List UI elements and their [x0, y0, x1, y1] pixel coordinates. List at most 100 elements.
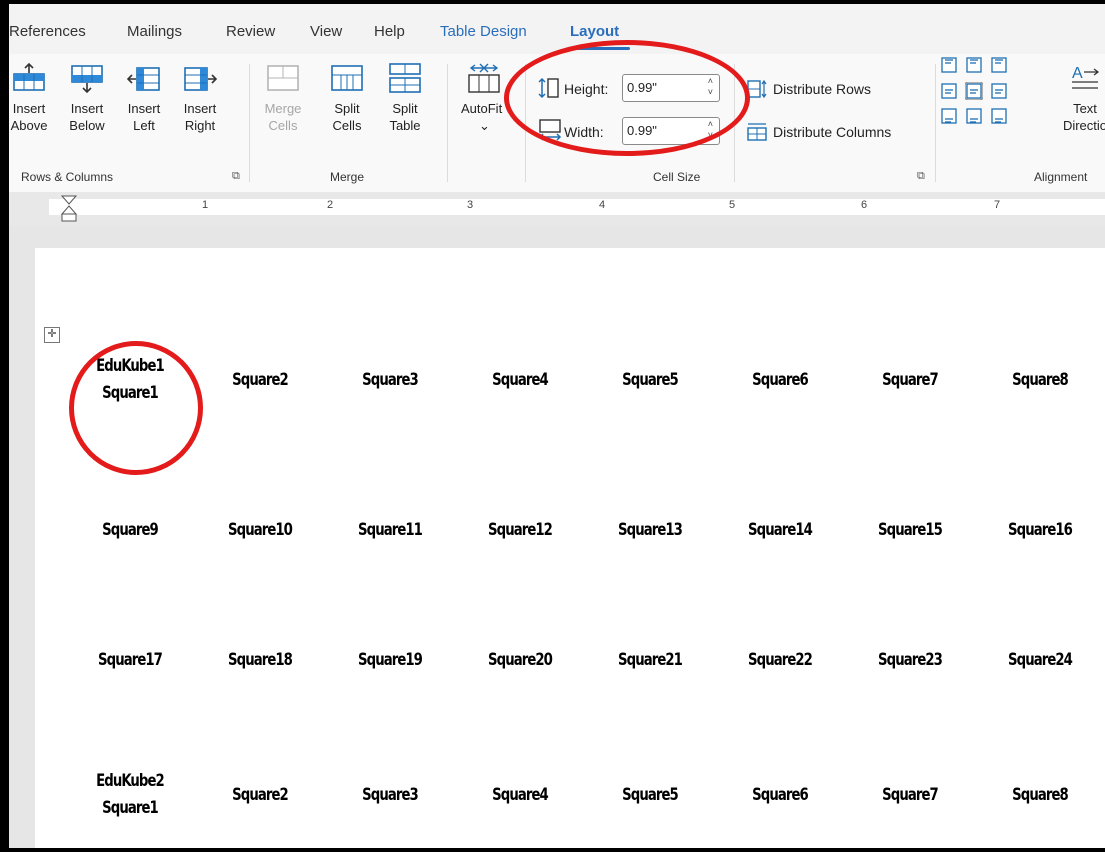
cell-text: Square14	[748, 520, 813, 540]
cell-text: Square11	[358, 520, 423, 540]
distribute-rows-label: Distribute Rows	[773, 81, 872, 97]
table-cell[interactable]: Square9	[83, 517, 177, 544]
table-cell[interactable]: EduKube2 Square1	[83, 768, 177, 822]
cell-text: Square17	[98, 650, 163, 670]
cell-text: Square19	[358, 650, 423, 670]
table-cell[interactable]: Square11	[343, 517, 437, 544]
table-cell[interactable]: Square2	[213, 782, 307, 809]
word-window: References Mailings Review View Help Tab…	[9, 4, 1105, 848]
tab-layout[interactable]: Layout	[570, 23, 619, 40]
split-table-label-1: Split	[392, 101, 418, 116]
cell-text: Square22	[748, 650, 813, 670]
tab-table-design[interactable]: Table Design	[440, 23, 527, 40]
cell-text: Square8	[1012, 370, 1069, 390]
rows-columns-launcher-icon[interactable]: ⧉	[232, 170, 240, 183]
insert-right-label-1: Insert	[183, 101, 217, 116]
horizontal-ruler[interactable]: 1 2 3 4 5 6 7	[9, 192, 1105, 226]
table-cell[interactable]: Square4	[473, 782, 567, 809]
table-cell[interactable]: Square5	[603, 367, 697, 394]
ruler-number: 5	[729, 199, 736, 211]
align-bottom-center-icon[interactable]	[965, 107, 983, 125]
split-table-icon	[389, 63, 421, 93]
svg-text:A: A	[1072, 65, 1083, 82]
align-bottom-right-icon[interactable]	[990, 107, 1008, 125]
insert-left-button[interactable]: Insert Left	[121, 62, 167, 134]
ribbon-separator	[249, 64, 250, 182]
align-middle-left-icon[interactable]	[940, 82, 958, 100]
tab-help[interactable]: Help	[374, 23, 405, 40]
align-top-left-icon[interactable]	[940, 56, 958, 74]
cell-text: Square7	[882, 785, 939, 805]
merge-cells-button[interactable]: Merge Cells	[259, 62, 307, 134]
document-area: ✛ EduKube1 Square1 Square2 Square3 Square4 Sq…	[9, 226, 1105, 848]
insert-below-button[interactable]: Insert Below	[61, 62, 113, 134]
insert-below-icon	[71, 65, 103, 94]
text-direction-button[interactable]: A Text Directio	[1055, 62, 1105, 134]
insert-right-button[interactable]: Insert Right	[175, 62, 225, 134]
ribbon-tabs: References Mailings Review View Help Tab…	[9, 4, 1105, 54]
cell-text: Square3	[362, 370, 419, 390]
table-cell[interactable]: Square2	[213, 367, 307, 394]
table-cell[interactable]: Square8	[993, 782, 1087, 809]
tab-view[interactable]: View	[310, 23, 342, 40]
table-cell[interactable]: Square3	[343, 782, 437, 809]
table-cell[interactable]: Square10	[213, 517, 307, 544]
cell-text: Square6	[752, 370, 809, 390]
group-label-cell-size: Cell Size	[653, 170, 701, 184]
indent-marker-icon[interactable]	[61, 194, 77, 224]
cell-size-launcher-icon[interactable]: ⧉	[917, 170, 925, 183]
split-cells-label-1: Split	[334, 101, 360, 116]
document-page[interactable]: ✛ EduKube1 Square1 Square2 Square3 Square4 Sq…	[35, 248, 1105, 848]
table-cell[interactable]: Square19	[343, 647, 437, 674]
table-cell[interactable]: Square8	[993, 367, 1087, 394]
table-move-handle-icon[interactable]: ✛	[44, 327, 60, 343]
table-cell[interactable]: Square20	[473, 647, 567, 674]
cell-text: Square2	[232, 785, 289, 805]
table-cell[interactable]: Square7	[863, 367, 957, 394]
table-cell[interactable]: Square18	[213, 647, 307, 674]
tab-review[interactable]: Review	[226, 23, 275, 40]
insert-above-button[interactable]: Insert Above	[9, 62, 55, 134]
align-middle-right-icon[interactable]	[990, 82, 1008, 100]
insert-below-label-2: Below	[69, 118, 105, 133]
split-table-label-2: Table	[389, 118, 421, 133]
table-cell[interactable]: Square12	[473, 517, 567, 544]
table-cell[interactable]: Square7	[863, 782, 957, 809]
distribute-columns-icon	[747, 123, 767, 141]
table-cell[interactable]: Square5	[603, 782, 697, 809]
split-cells-label-2: Cells	[332, 118, 362, 133]
align-middle-center-icon[interactable]	[964, 81, 984, 101]
table-cell[interactable]: Square24	[993, 647, 1087, 674]
table-cell[interactable]: Square16	[993, 517, 1087, 544]
table-cell[interactable]: Square21	[603, 647, 697, 674]
table-cell[interactable]: Square23	[863, 647, 957, 674]
merge-cells-label-1: Merge	[264, 101, 302, 116]
table-cell[interactable]: Square22	[733, 647, 827, 674]
table-cell[interactable]: Square15	[863, 517, 957, 544]
table-cell[interactable]: Square14	[733, 517, 827, 544]
insert-right-icon	[184, 67, 217, 91]
table-cell[interactable]: Square4	[473, 367, 567, 394]
tab-references[interactable]: References	[9, 23, 86, 40]
tab-mailings[interactable]: Mailings	[127, 23, 182, 40]
table-cell[interactable]: Square6	[733, 367, 827, 394]
cell-text: Square4	[492, 370, 549, 390]
table-cell[interactable]: Square6	[733, 782, 827, 809]
cell-text: Square5	[622, 785, 679, 805]
align-top-right-icon[interactable]	[990, 56, 1008, 74]
ruler-number: 6	[861, 199, 868, 211]
split-table-button[interactable]: Split Table	[383, 62, 427, 134]
ribbon-separator	[447, 64, 448, 182]
ruler-number: 1	[202, 199, 209, 211]
align-bottom-left-icon[interactable]	[940, 107, 958, 125]
align-top-center-icon[interactable]	[965, 56, 983, 74]
table-cell[interactable]: Square3	[343, 367, 437, 394]
split-cells-button[interactable]: Split Cells	[325, 62, 369, 134]
insert-above-label-2: Above	[10, 118, 48, 133]
table-cell[interactable]: Square13	[603, 517, 697, 544]
table-cell[interactable]: Square17	[83, 647, 177, 674]
insert-left-label-2: Left	[133, 118, 155, 133]
cell-text: Square1	[102, 798, 159, 818]
group-label-merge: Merge	[330, 170, 365, 184]
first-cell-highlight-circle	[69, 341, 203, 475]
